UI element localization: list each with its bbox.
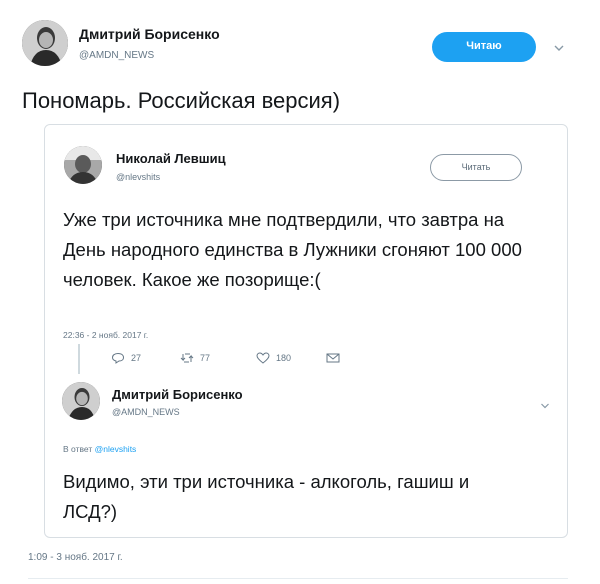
reply-author-handle[interactable]: @AMDN_NEWS (112, 407, 180, 417)
message-action[interactable] (326, 352, 340, 364)
follow-button[interactable]: Читать (430, 154, 522, 181)
reply-count: 27 (131, 353, 142, 363)
bottom-divider (28, 578, 568, 579)
reply-author-avatar[interactable] (62, 382, 100, 420)
quoted-author-name[interactable]: Николай Левшиц (116, 151, 226, 166)
retweet-action[interactable]: 77 (180, 352, 210, 364)
chevron-down-icon[interactable] (553, 40, 565, 51)
quoted-tweet-text: Уже три источника мне подтвердили, что з… (63, 209, 522, 290)
tweet-timestamp[interactable]: 1:09 - 3 нояб. 2017 г. (28, 552, 123, 563)
tweet-text: Пономарь. Российская версия) (22, 88, 341, 113)
like-count: 180 (276, 353, 292, 363)
heart-icon (256, 352, 270, 364)
avatar-photo (22, 20, 68, 66)
retweet-count: 77 (200, 353, 211, 363)
reply-icon (111, 352, 125, 364)
envelope-icon (326, 353, 340, 363)
following-button[interactable]: Читаю (432, 32, 536, 62)
avatar-photo (64, 146, 102, 184)
reply-author-name[interactable]: Дмитрий Борисенко (112, 387, 243, 402)
thread-connector (78, 344, 80, 374)
quoted-author-handle[interactable]: @nlevshits (116, 172, 160, 182)
reply-to-handle[interactable]: @nlevshits (95, 444, 137, 454)
quoted-author-avatar[interactable] (64, 146, 102, 184)
quoted-tweet-timestamp[interactable]: 22:36 - 2 нояб. 2017 г. (63, 330, 148, 340)
reply-action[interactable]: 27 (111, 352, 141, 364)
reply-to-prefix: В ответ (63, 444, 93, 454)
reply-to-line: В ответ @nlevshits (63, 444, 136, 454)
author-avatar[interactable] (22, 20, 68, 66)
reply-tweet-text: Видимо, эти три источника - алкоголь, га… (63, 471, 470, 522)
chevron-down-icon[interactable] (540, 397, 550, 409)
author-name[interactable]: Дмитрий Борисенко (79, 26, 220, 42)
avatar-photo (62, 382, 100, 420)
author-handle[interactable]: @AMDN_NEWS (79, 50, 154, 61)
retweet-icon (180, 353, 194, 363)
like-action[interactable]: 180 (256, 352, 291, 364)
